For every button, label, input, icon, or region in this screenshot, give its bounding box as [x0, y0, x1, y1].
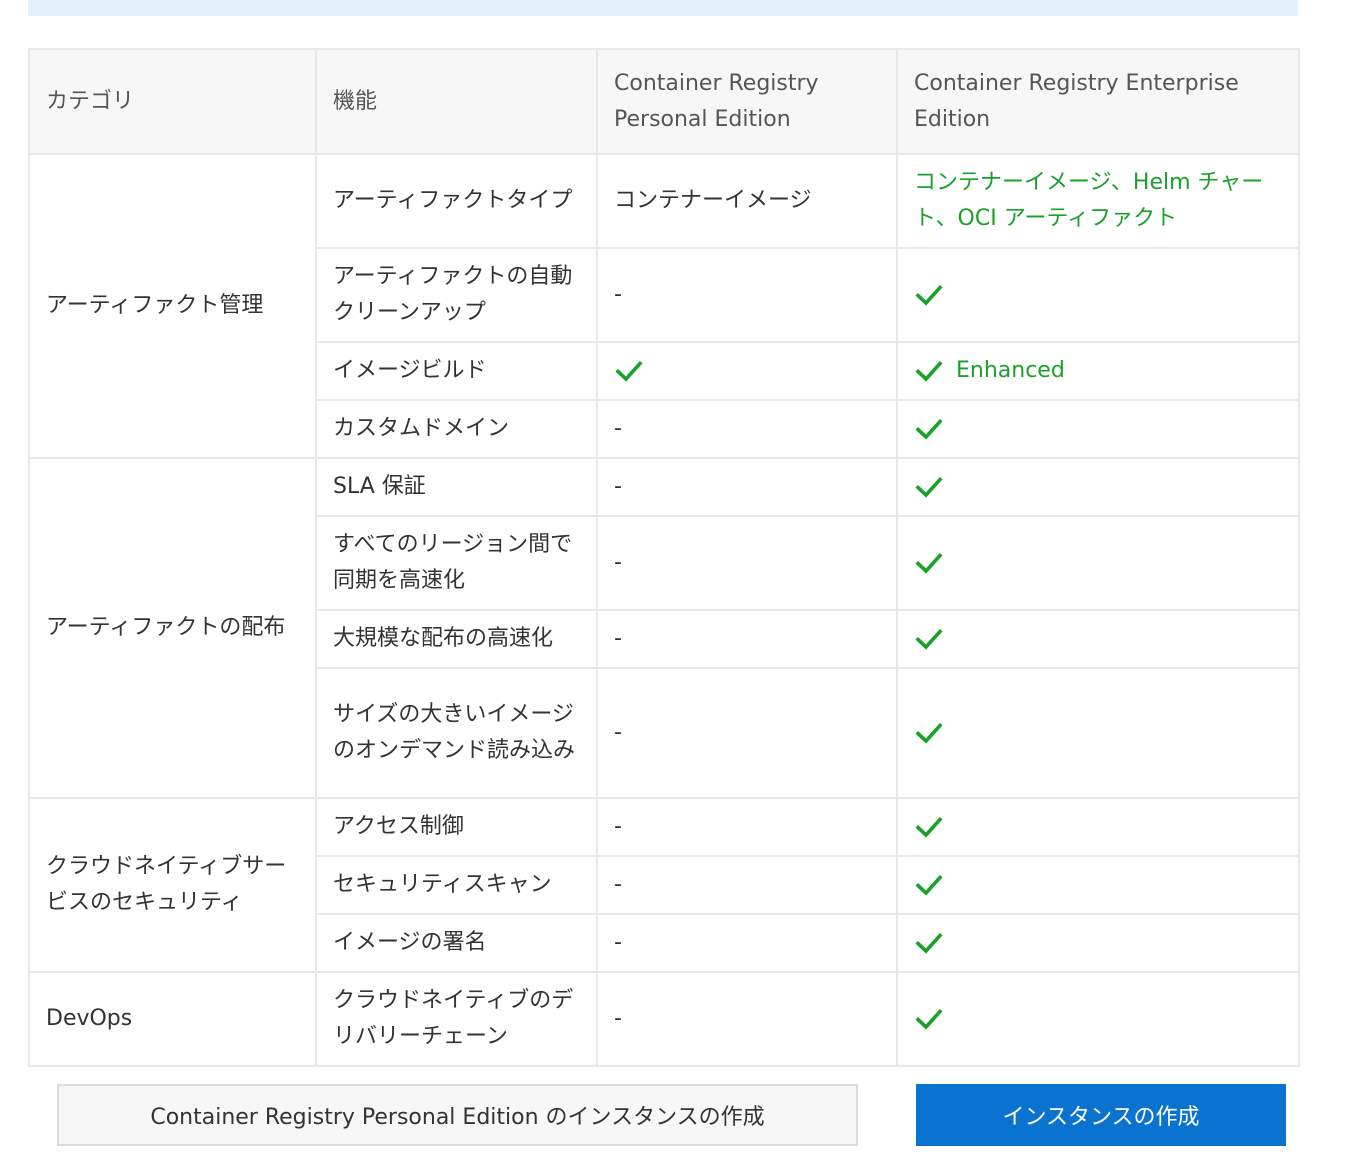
header-category: カテゴリ: [28, 48, 317, 155]
category-cell: クラウドネイティブサービスのセキュリティ: [28, 797, 317, 973]
personal-cell: -: [596, 457, 898, 517]
feature-cell: イメージビルド: [315, 341, 598, 401]
check-icon: [914, 356, 944, 386]
feature-cell: サイズの大きいイメージのオンデマンド読み込み: [315, 667, 598, 799]
personal-cell: -: [596, 515, 898, 611]
feature-cell: イメージの署名: [315, 913, 598, 973]
feature-cell: セキュリティスキャン: [315, 855, 598, 915]
enterprise-cell: [896, 247, 1300, 343]
enterprise-cell: [896, 855, 1300, 915]
check-icon: [914, 414, 944, 444]
info-banner: [28, 0, 1298, 16]
table-header-row: カテゴリ 機能 Container Registry Personal Edit…: [28, 48, 1300, 155]
enterprise-cell: [896, 457, 1300, 517]
enterprise-cell: [896, 797, 1300, 857]
personal-cell: -: [596, 855, 898, 915]
enterprise-cell: [896, 667, 1300, 799]
table-row: クラウドネイティブサービスのセキュリティ アクセス制御 -: [28, 797, 1300, 973]
header-personal-edition: Container Registry Personal Edition: [596, 48, 898, 155]
personal-cell: -: [596, 667, 898, 799]
feature-cell: アーティファクトタイプ: [315, 153, 598, 249]
personal-cell: -: [596, 971, 898, 1067]
feature-cell: アクセス制御: [315, 797, 598, 857]
enterprise-cell: [896, 913, 1300, 973]
check-icon: [914, 1004, 944, 1034]
enhanced-label: Enhanced: [956, 358, 1065, 383]
feature-cell: SLA 保証: [315, 457, 598, 517]
personal-cell: -: [596, 399, 898, 459]
enterprise-cell: [896, 515, 1300, 611]
personal-cell: コンテナーイメージ: [596, 153, 898, 249]
enterprise-cell: コンテナーイメージ、Helm チャート、OCI アーティファクト: [896, 153, 1300, 249]
check-icon: [614, 356, 644, 386]
enterprise-cell: [896, 399, 1300, 459]
create-personal-instance-button[interactable]: Container Registry Personal Edition のインス…: [57, 1084, 858, 1146]
create-instance-button[interactable]: インスタンスの作成: [916, 1084, 1286, 1146]
category-cell: アーティファクト管理: [28, 153, 317, 459]
check-icon: [914, 928, 944, 958]
personal-cell: -: [596, 247, 898, 343]
feature-cell: すべてのリージョン間で同期を高速化: [315, 515, 598, 611]
table-row: アーティファクトの配布 SLA 保証 -: [28, 457, 1300, 799]
header-enterprise-edition: Container Registry Enterprise Edition: [896, 48, 1300, 155]
edition-comparison-table: カテゴリ 機能 Container Registry Personal Edit…: [28, 48, 1300, 1067]
category-cell: アーティファクトの配布: [28, 457, 317, 799]
personal-cell: -: [596, 797, 898, 857]
feature-cell: カスタムドメイン: [315, 399, 598, 459]
personal-cell: -: [596, 913, 898, 973]
enterprise-cell: [896, 609, 1300, 669]
check-icon: [914, 870, 944, 900]
check-icon: [914, 718, 944, 748]
check-icon: [914, 624, 944, 654]
check-icon: [914, 472, 944, 502]
check-icon: [914, 548, 944, 578]
table-row: DevOps クラウドネイティブのデリバリーチェーン -: [28, 971, 1300, 1067]
check-icon: [914, 812, 944, 842]
enterprise-cell: [896, 971, 1300, 1067]
table-row: アーティファクト管理 アーティファクトタイプ コンテナーイメージ コンテナーイメ…: [28, 153, 1300, 459]
check-icon: [914, 280, 944, 310]
feature-cell: アーティファクトの自動クリーンアップ: [315, 247, 598, 343]
personal-cell: [596, 341, 898, 401]
header-feature: 機能: [315, 48, 598, 155]
enterprise-cell: Enhanced: [896, 341, 1300, 401]
feature-cell: 大規模な配布の高速化: [315, 609, 598, 669]
personal-cell: -: [596, 609, 898, 669]
category-cell: DevOps: [28, 971, 317, 1067]
feature-cell: クラウドネイティブのデリバリーチェーン: [315, 971, 598, 1067]
